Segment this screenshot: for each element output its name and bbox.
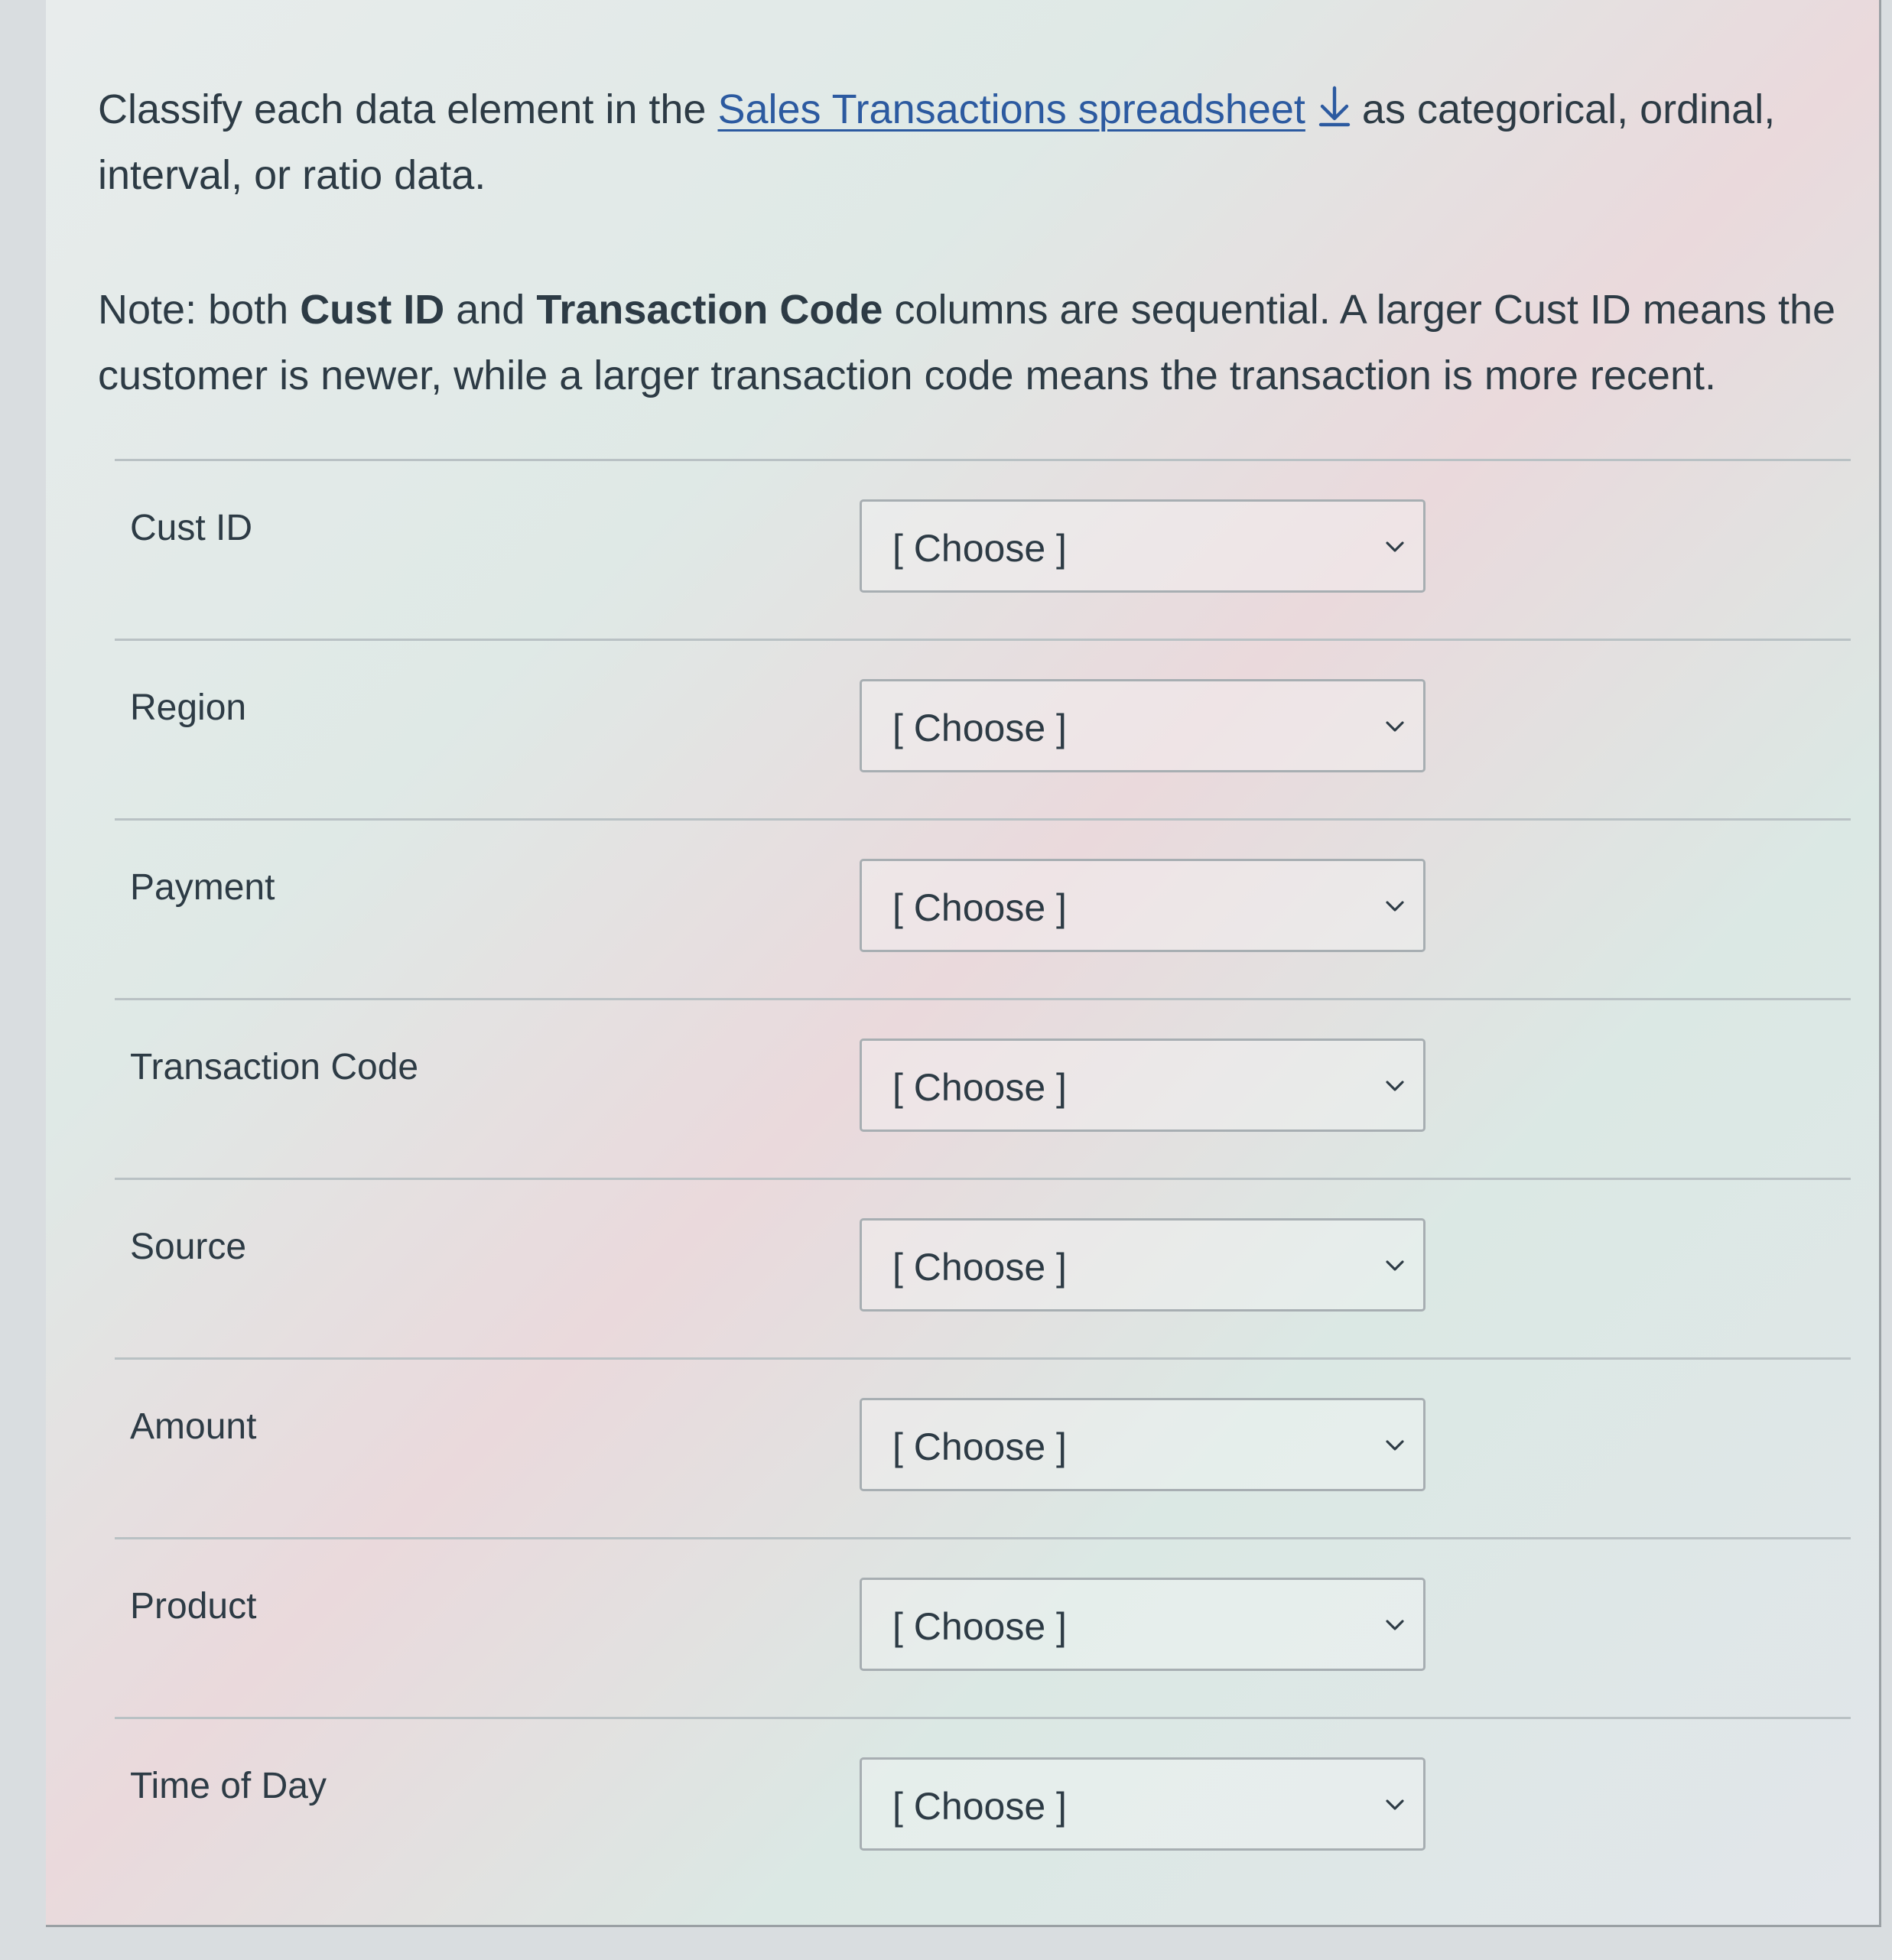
chevron-down-icon [1386, 541, 1404, 552]
dropdown-value: [ Choose ] [892, 707, 1067, 749]
chevron-down-icon [1386, 1620, 1404, 1630]
classification-dropdown-product[interactable]: [ Choose ] [860, 1578, 1426, 1671]
row-label: Amount [130, 1406, 257, 1447]
dropdown-value: [ Choose ] [892, 1605, 1067, 1648]
question-text: Classify each data element in the Sales … [98, 76, 1849, 408]
chevron-down-icon [1386, 1799, 1404, 1810]
match-row-payment: Payment [ Choose ] [115, 821, 1851, 998]
match-row-time-of-day: Time of Day [ Choose ] [115, 1719, 1851, 1897]
spreadsheet-link[interactable]: Sales Transactions spreadsheet [717, 86, 1305, 132]
row-label: Payment [130, 867, 275, 908]
row-label: Cust ID [130, 508, 253, 548]
instruction-prefix: Classify each data element in the [98, 86, 707, 132]
dropdown-value: [ Choose ] [892, 1785, 1067, 1828]
chevron-down-icon [1386, 1260, 1404, 1271]
classification-dropdown-time-of-day[interactable]: [ Choose ] [860, 1757, 1426, 1851]
dropdown-value: [ Choose ] [892, 527, 1067, 570]
matching-rows: Cust ID [ Choose ] Region [ Choose ] Pay… [115, 459, 1851, 1897]
chevron-down-icon [1386, 901, 1404, 912]
row-label: Source [130, 1227, 247, 1267]
classification-dropdown-source[interactable]: [ Choose ] [860, 1218, 1426, 1312]
question-note: Note: both Cust ID and Transaction Code … [98, 277, 1849, 408]
note-and: and [456, 287, 525, 333]
quiz-question-panel: Classify each data element in the Sales … [46, 0, 1881, 1927]
match-row-amount: Amount [ Choose ] [115, 1360, 1851, 1537]
match-row-product: Product [ Choose ] [115, 1539, 1851, 1717]
dropdown-value: [ Choose ] [892, 886, 1067, 929]
match-row-source: Source [ Choose ] [115, 1180, 1851, 1357]
match-row-transaction-code: Transaction Code [ Choose ] [115, 1000, 1851, 1178]
row-label: Region [130, 687, 247, 728]
row-label: Transaction Code [130, 1047, 419, 1087]
classification-dropdown-cust-id[interactable]: [ Choose ] [860, 499, 1426, 593]
dropdown-value: [ Choose ] [892, 1066, 1067, 1109]
chevron-down-icon [1386, 721, 1404, 732]
row-label: Product [130, 1586, 257, 1627]
classification-dropdown-payment[interactable]: [ Choose ] [860, 859, 1426, 952]
note-bold-transaction-code: Transaction Code [536, 287, 883, 333]
match-row-cust-id: Cust ID [ Choose ] [115, 461, 1851, 639]
classification-dropdown-transaction-code[interactable]: [ Choose ] [860, 1039, 1426, 1132]
download-icon[interactable] [1316, 85, 1353, 128]
dropdown-value: [ Choose ] [892, 1425, 1067, 1468]
dropdown-value: [ Choose ] [892, 1246, 1067, 1289]
chevron-down-icon [1386, 1440, 1404, 1451]
classification-dropdown-region[interactable]: [ Choose ] [860, 679, 1426, 772]
question-instruction: Classify each data element in the Sales … [98, 76, 1849, 208]
match-row-region: Region [ Choose ] [115, 641, 1851, 818]
note-prefix: Note: both [98, 287, 289, 333]
note-bold-cust-id: Cust ID [300, 287, 445, 333]
row-label: Time of Day [130, 1766, 327, 1806]
chevron-down-icon [1386, 1081, 1404, 1091]
classification-dropdown-amount[interactable]: [ Choose ] [860, 1398, 1426, 1491]
